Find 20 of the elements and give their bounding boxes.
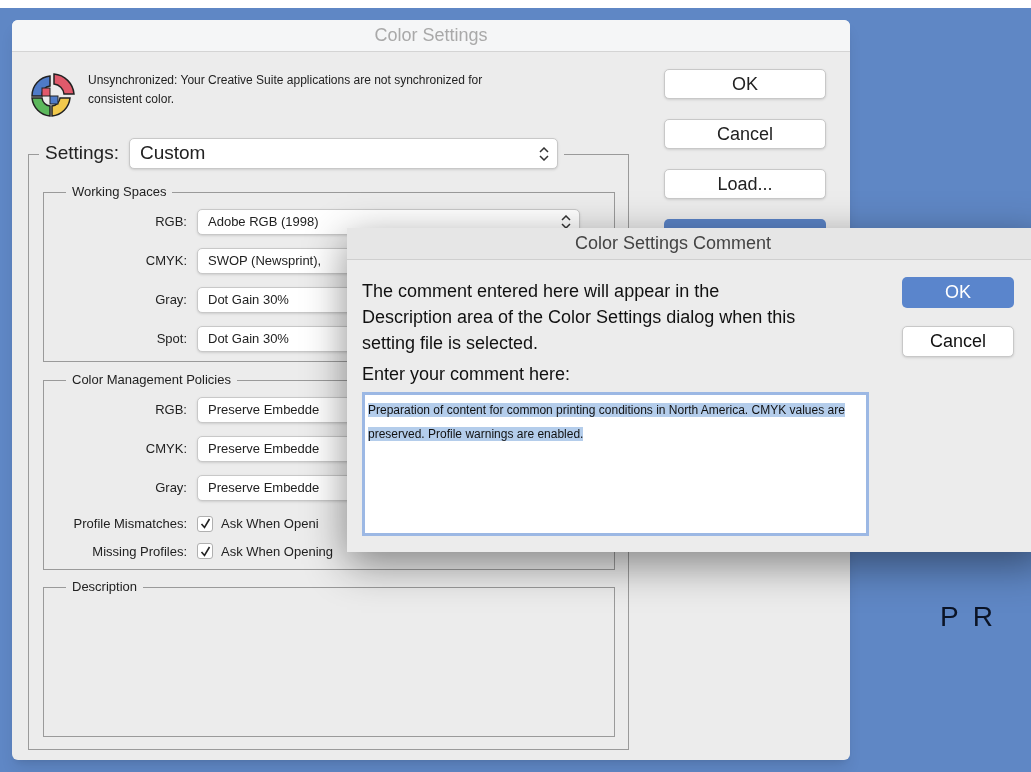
- window-title: Color Settings: [374, 24, 488, 47]
- dialog-title: Color Settings Comment: [575, 232, 772, 255]
- field-label: CMYK:: [145, 252, 187, 271]
- field-label: Gray:: [155, 479, 187, 498]
- field-label: Gray:: [155, 291, 187, 310]
- checkbox-label: Ask When Opening: [221, 542, 333, 561]
- field-label: RGB:: [155, 401, 187, 420]
- field-label: RGB:: [155, 213, 187, 232]
- comment-prompt: Enter your comment here:: [362, 363, 571, 386]
- group-title: Working Spaces: [66, 184, 173, 200]
- group-title: Color Management Policies: [66, 372, 237, 388]
- sync-message: Unsynchronized: Your Creative Suite applications are not synchronized for consistent color.: [88, 72, 483, 108]
- field-label: Spot:: [156, 330, 187, 349]
- background-text: PR: [940, 600, 1007, 634]
- field-label: Missing Profiles:: [92, 542, 187, 561]
- group-title: Description: [66, 579, 144, 595]
- settings-label: Settings:: [45, 141, 119, 166]
- field-label: CMYK:: [145, 440, 187, 459]
- checkbox-label: Ask When Openi: [221, 515, 319, 533]
- field-label: Profile Mismatches:: [73, 515, 187, 533]
